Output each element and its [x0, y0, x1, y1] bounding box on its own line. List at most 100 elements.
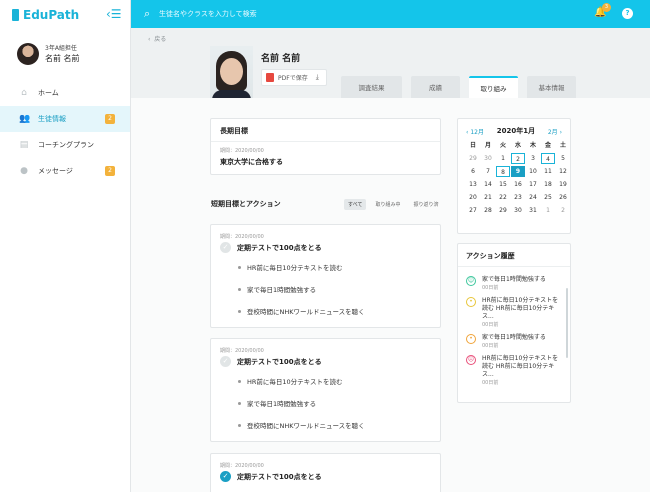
- app-root: EduPath ‹☰ 3年A組担任 名前 名前 ⌂ ホーム 👥 生徒情報 2 ▤…: [0, 0, 650, 492]
- calendar-day[interactable]: 13: [466, 179, 480, 190]
- calendar-title: 2020年1月: [496, 127, 536, 135]
- save-pdf-button[interactable]: PDFで保存 ⤓: [261, 69, 327, 86]
- student-name: 名前 名前: [261, 54, 301, 64]
- card-title: 長期目標: [220, 127, 248, 135]
- long-term-goal-card: 長期目標 期間：2020/00/00 東京大学に合格する: [210, 118, 441, 175]
- calendar-day[interactable]: 2: [556, 205, 570, 216]
- sidebar-item-messages[interactable]: ● メッセージ 2: [0, 158, 130, 184]
- calendar-day[interactable]: 22: [496, 192, 510, 203]
- calendar-day[interactable]: 29: [466, 153, 480, 164]
- calendar-day[interactable]: 25: [541, 192, 555, 203]
- action-item: 家で毎日1時間勉強する: [238, 392, 431, 414]
- calendar-day[interactable]: 1: [496, 153, 510, 164]
- history-item[interactable]: ☹ HR前に毎日10分テキストを読む HR前に毎日10分テキス... 00日前: [466, 352, 562, 389]
- neutral-face-icon: •: [466, 297, 476, 307]
- calendar-day[interactable]: 29: [496, 205, 510, 216]
- calendar-day[interactable]: 17: [526, 179, 540, 190]
- weekday-label: 月: [484, 142, 491, 149]
- filter-in-progress[interactable]: 取り組み中: [371, 199, 404, 210]
- sidebar-item-student-info[interactable]: 👥 生徒情報 2: [0, 106, 130, 132]
- calendar-day[interactable]: 30: [511, 205, 525, 216]
- short-term-goal-card[interactable]: 期間：2020/00/00 ✓ 定期テストで100点をとる HR前に毎日10分テ…: [210, 338, 441, 442]
- action-item: 家で毎日1時間勉強する: [238, 278, 431, 300]
- calendar-day[interactable]: 26: [556, 192, 570, 203]
- bullet-icon: [238, 379, 241, 383]
- users-icon: 👥: [19, 114, 31, 124]
- calendar-prev-button[interactable]: ‹ 12月: [466, 127, 484, 136]
- calendar-day[interactable]: 27: [466, 205, 480, 216]
- action-label: HR前に毎日10分テキストを読む: [247, 378, 343, 386]
- filter-reviewed[interactable]: 振り返り済: [409, 199, 442, 210]
- calendar-day[interactable]: 20: [466, 192, 480, 203]
- sidebar-item-home[interactable]: ⌂ ホーム: [0, 80, 130, 106]
- count-badge: 2: [105, 166, 115, 176]
- goal-check-icon[interactable]: ✓: [220, 471, 231, 482]
- teacher-profile[interactable]: 3年A組担任 名前 名前: [17, 43, 80, 65]
- app-name: EduPath: [23, 8, 80, 22]
- tab-efforts[interactable]: 取り組み: [469, 76, 518, 98]
- calendar-day[interactable]: 21: [481, 192, 495, 203]
- calendar-day[interactable]: 28: [481, 205, 495, 216]
- tab-survey-results[interactable]: 調査結果: [341, 76, 402, 98]
- calendar-day[interactable]: 3: [526, 153, 540, 164]
- calendar-day[interactable]: 24: [526, 192, 540, 203]
- history-text: HR前に毎日10分テキストを読む HR前に毎日10分テキス...: [482, 297, 559, 320]
- goal-check-icon[interactable]: ✓: [220, 356, 231, 367]
- calendar-next-button[interactable]: 2月 ›: [548, 127, 562, 136]
- calendar-day[interactable]: 31: [526, 205, 540, 216]
- calendar-day[interactable]: 12: [556, 166, 570, 177]
- goal-title: 定期テストで100点をとる: [237, 472, 322, 481]
- calendar-day[interactable]: 23: [511, 192, 525, 203]
- book-icon: ▤: [19, 140, 29, 150]
- goal-text: 東京大学に合格する: [220, 158, 283, 166]
- back-link[interactable]: ‹ 戻る: [148, 34, 166, 43]
- sidebar-item-label: ホーム: [38, 89, 59, 97]
- sidebar-item-coaching-plan[interactable]: ▤ コーチングプラン: [0, 132, 130, 158]
- calendar-day[interactable]: 30: [481, 153, 495, 164]
- help-icon[interactable]: ?: [622, 8, 633, 19]
- photo-face: [220, 58, 243, 85]
- history-time: 00日前: [482, 343, 499, 349]
- calendar-day[interactable]: 4: [541, 153, 555, 164]
- action-item: 登校時間にNHKワールドニュースを聴く: [238, 414, 431, 436]
- action-item: 登校時間にNHKワールドニュースを聴く: [238, 300, 431, 322]
- calendar-card: ‹ 12月 2020年1月 2月 › 日 月 火 水 木 金 土 29 30 1…: [457, 118, 571, 234]
- bullet-icon: [238, 401, 241, 405]
- history-time: 00日前: [482, 322, 499, 328]
- calendar-day-today[interactable]: 9: [511, 166, 525, 177]
- calendar-day[interactable]: 5: [556, 153, 570, 164]
- history-scrollbar[interactable]: [566, 288, 568, 358]
- calendar-day[interactable]: 2: [511, 153, 525, 164]
- main-content: 長期目標 期間：2020/00/00 東京大学に合格する 短期目標とアクション …: [131, 98, 650, 492]
- app-logo[interactable]: EduPath: [12, 8, 79, 22]
- calendar-day[interactable]: 1: [541, 205, 555, 216]
- search-input[interactable]: [159, 8, 459, 20]
- calendar-grid: 日 月 火 水 木 金 土 29 30 1 2 3 4 5 6 7 8 9 10…: [466, 140, 567, 216]
- calendar-day[interactable]: 19: [556, 179, 570, 190]
- tab-basic-info[interactable]: 基本情報: [527, 76, 576, 98]
- short-term-goal-card[interactable]: 期間：2020/00/00 ✓ 定期テストで100点をとる HR前に毎日10分テ…: [210, 224, 441, 328]
- calendar-day[interactable]: 7: [481, 166, 495, 177]
- goal-check-icon[interactable]: ✓: [220, 242, 231, 253]
- calendar-day[interactable]: 16: [511, 179, 525, 190]
- collapse-menu-icon[interactable]: ‹☰: [106, 7, 122, 21]
- history-text: 家で毎日1時間勉強する: [482, 276, 546, 283]
- calendar-day[interactable]: 10: [526, 166, 540, 177]
- tab-bar: 調査結果 成績 取り組み 基本情報: [341, 76, 576, 98]
- short-term-goal-card[interactable]: 期間：2020/00/00 ✓ 定期テストで100点をとる: [210, 453, 441, 492]
- calendar-day[interactable]: 8: [496, 166, 510, 177]
- history-item[interactable]: ☺ 家で毎日1時間勉強する 00日前: [466, 273, 562, 294]
- profile-name: 名前 名前: [45, 54, 80, 63]
- history-item[interactable]: • 家で毎日1時間勉強する 00日前: [466, 331, 562, 352]
- history-item[interactable]: • HR前に毎日10分テキストを読む HR前に毎日10分テキス... 00日前: [466, 294, 562, 331]
- calendar-day[interactable]: 15: [496, 179, 510, 190]
- tab-grades[interactable]: 成績: [411, 76, 460, 98]
- search-icon[interactable]: ⌕: [144, 7, 150, 20]
- calendar-day[interactable]: 6: [466, 166, 480, 177]
- calendar-day[interactable]: 14: [481, 179, 495, 190]
- calendar-day[interactable]: 11: [541, 166, 555, 177]
- calendar-day[interactable]: 18: [541, 179, 555, 190]
- ok-face-icon: •: [466, 334, 476, 344]
- filter-all[interactable]: すべて: [344, 199, 367, 210]
- action-label: 登校時間にNHKワールドニュースを聴く: [247, 422, 365, 430]
